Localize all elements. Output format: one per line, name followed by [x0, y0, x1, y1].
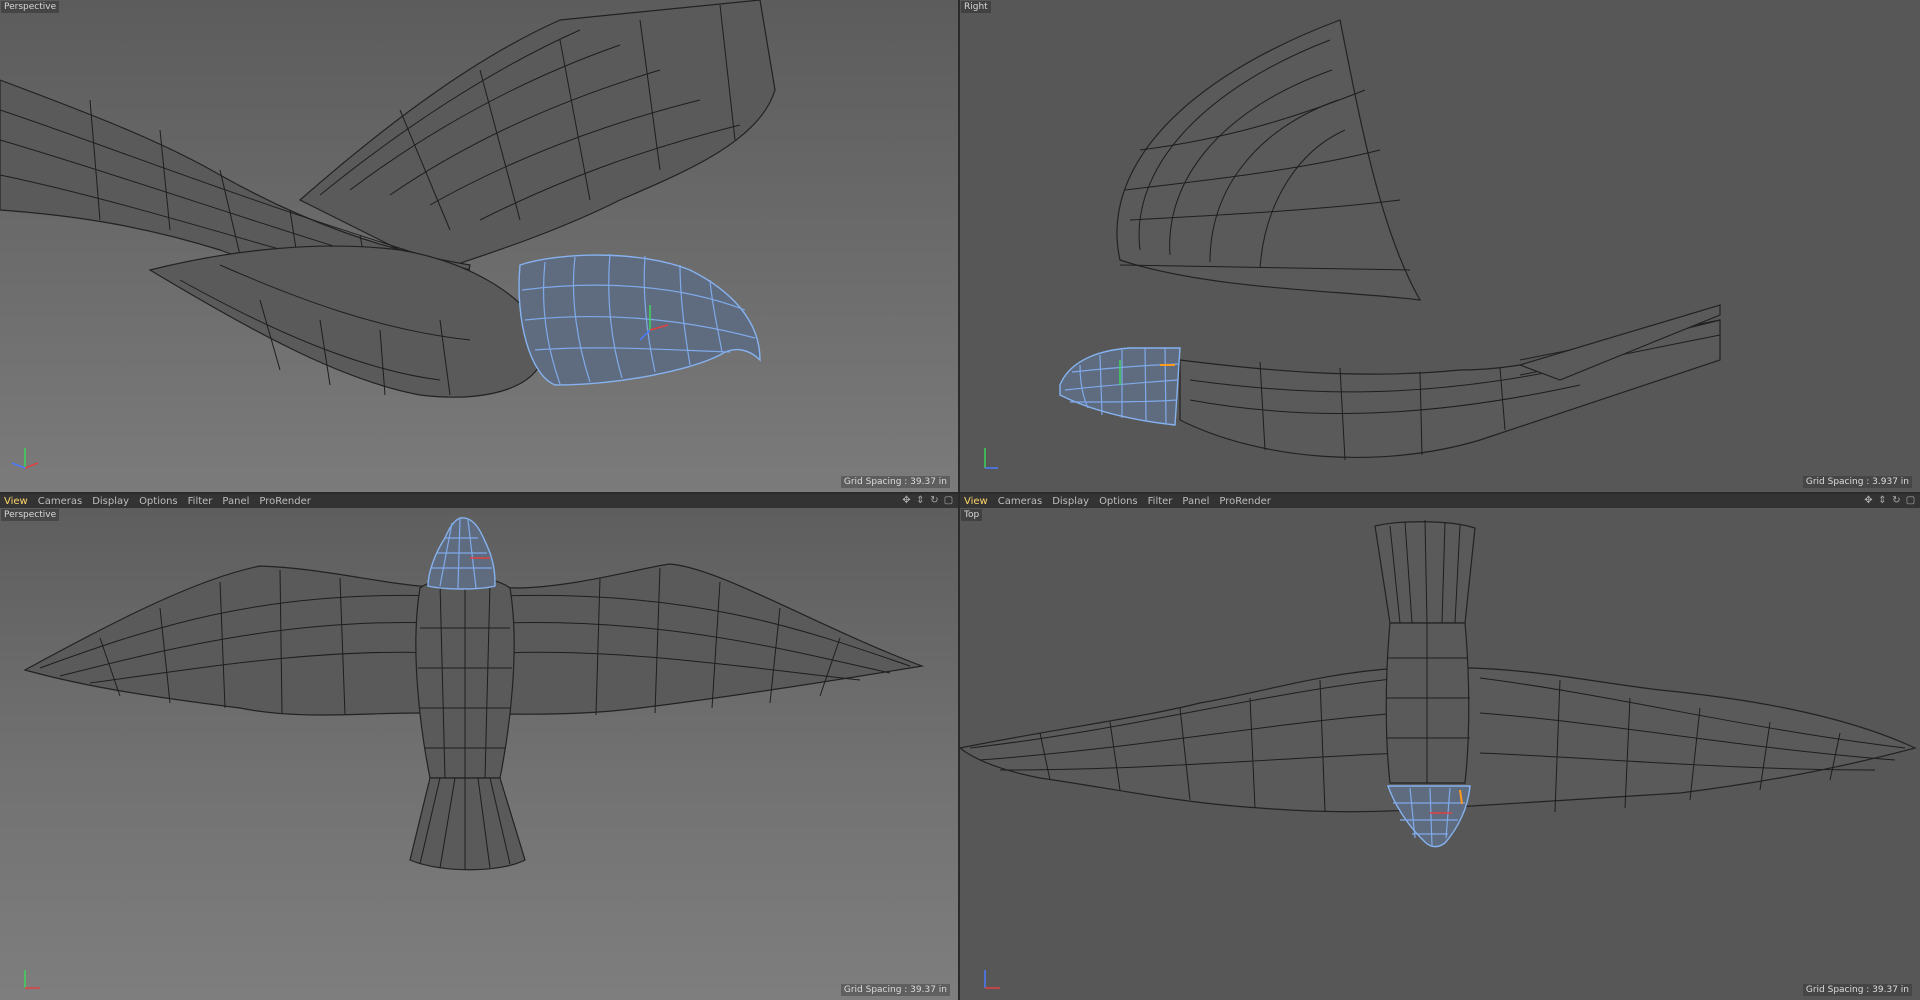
- menu-panel[interactable]: Panel: [222, 496, 249, 507]
- menu-options[interactable]: Options: [1099, 496, 1138, 507]
- grid-spacing-readout: Grid Spacing : 39.37 in: [840, 984, 950, 996]
- view-nav-icons: ✥ ⇕ ↻ ▢: [901, 495, 954, 506]
- menu-cameras[interactable]: Cameras: [998, 496, 1042, 507]
- viewport-top[interactable]: View Cameras Display Options Filter Pane…: [960, 494, 1920, 1000]
- grid-spacing-readout: Grid Spacing : 39.37 in: [1802, 984, 1912, 996]
- grid-spacing-readout: Grid Spacing : 39.37 in: [840, 476, 950, 488]
- zoom-icon[interactable]: ⇕: [1877, 495, 1888, 506]
- grid-spacing-readout: Grid Spacing : 3.937 in: [1802, 476, 1912, 488]
- viewport-perspective-top[interactable]: Perspective Grid Spacing : 39.37 in: [0, 0, 958, 492]
- bird-mesh-perspective-front: [23, 517, 925, 989]
- menu-filter[interactable]: Filter: [188, 496, 213, 507]
- move-icon[interactable]: ✥: [901, 495, 912, 506]
- menu-panel[interactable]: Panel: [1182, 496, 1209, 507]
- menu-display[interactable]: Display: [1052, 496, 1089, 507]
- menu-cameras[interactable]: Cameras: [38, 496, 82, 507]
- viewport-label: Perspective: [1, 1, 60, 13]
- viewport-label: Perspective: [1, 509, 60, 521]
- viewport-perspective-bottom[interactable]: View Cameras Display Options Filter Pane…: [0, 494, 958, 1000]
- viewport-right[interactable]: Right Grid Spacing : 3.937 in: [960, 0, 1920, 492]
- viewport-menubar: View Cameras Display Options Filter Pane…: [0, 494, 958, 508]
- viewport-grid: Perspective Grid Spacing : 39.37 in Righ…: [0, 0, 1920, 1000]
- maximize-icon[interactable]: ▢: [1905, 495, 1916, 506]
- menu-prorender[interactable]: ProRender: [259, 496, 310, 507]
- bird-mesh-top-view: [960, 519, 1917, 989]
- menu-view[interactable]: View: [964, 496, 988, 507]
- menu-filter[interactable]: Filter: [1148, 496, 1173, 507]
- bird-mesh-side-view: [984, 19, 1721, 469]
- viewport-label: Right: [961, 1, 991, 13]
- rotate-icon[interactable]: ↻: [1891, 495, 1902, 506]
- rotate-icon[interactable]: ↻: [929, 495, 940, 506]
- bird-mesh-perspective-closeup: [0, 0, 776, 469]
- move-icon[interactable]: ✥: [1863, 495, 1874, 506]
- view-nav-icons: ✥ ⇕ ↻ ▢: [1863, 495, 1916, 506]
- viewport-menubar: View Cameras Display Options Filter Pane…: [960, 494, 1920, 508]
- menu-options[interactable]: Options: [139, 496, 178, 507]
- menu-view[interactable]: View: [4, 496, 28, 507]
- maximize-icon[interactable]: ▢: [943, 495, 954, 506]
- viewport-label: Top: [961, 509, 983, 521]
- menu-display[interactable]: Display: [92, 496, 129, 507]
- zoom-icon[interactable]: ⇕: [915, 495, 926, 506]
- menu-prorender[interactable]: ProRender: [1219, 496, 1270, 507]
